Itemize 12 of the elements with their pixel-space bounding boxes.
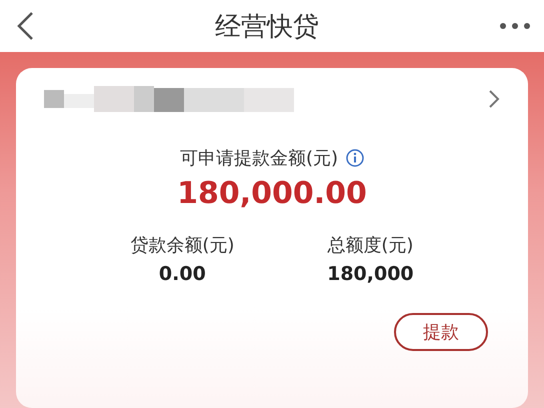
chevron-right-icon[interactable]	[488, 89, 500, 109]
stat-value: 180,000	[327, 263, 414, 285]
withdraw-button[interactable]: 提款	[394, 313, 488, 351]
available-amount: 180,000.00	[176, 176, 368, 211]
available-label: 可申请提款金额(元)	[180, 147, 338, 170]
stat-value: 0.00	[158, 263, 206, 285]
stat-label: 贷款余额(元)	[130, 234, 234, 257]
stat-label: 总额度(元)	[327, 234, 414, 257]
info-icon[interactable]	[346, 149, 364, 167]
more-icon[interactable]	[500, 23, 530, 29]
back-icon[interactable]	[16, 11, 34, 41]
page-title: 经营快贷	[215, 10, 319, 44]
